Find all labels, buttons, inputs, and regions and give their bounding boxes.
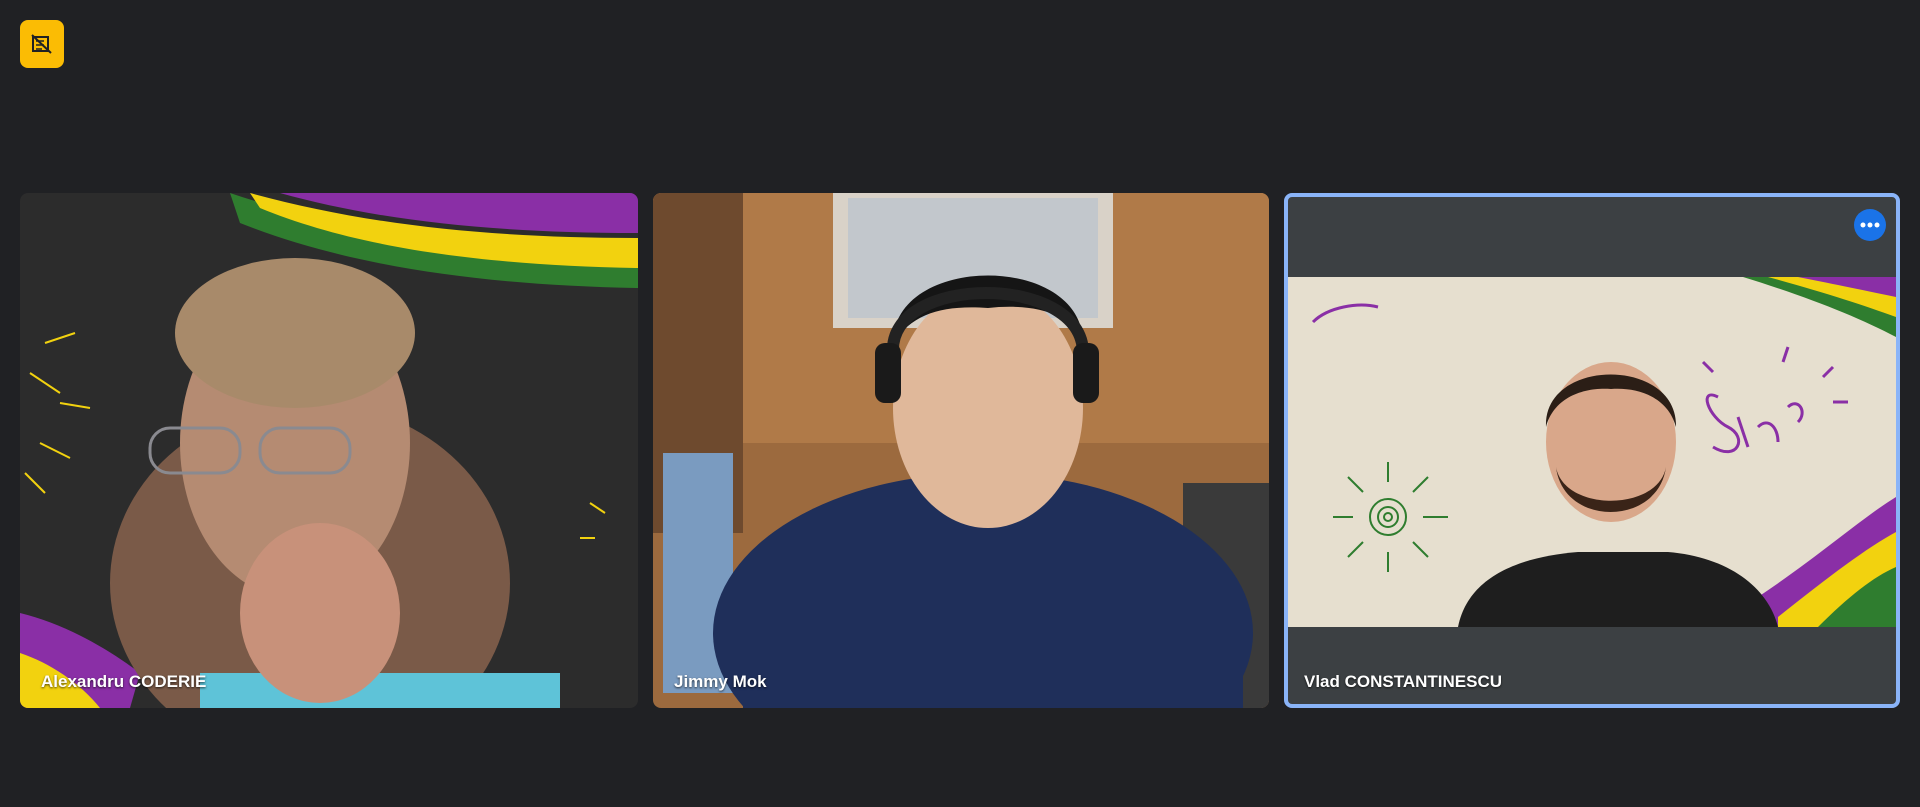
more-options-button[interactable] (1854, 209, 1886, 241)
participant-name: Jimmy Mok (674, 672, 767, 691)
participant-tile[interactable]: Alexandru CODERIE (20, 193, 638, 708)
participant-video (1288, 277, 1896, 627)
participant-tile[interactable]: Jimmy Mok (653, 193, 1269, 708)
participant-video (20, 193, 638, 708)
meeting-stage: Alexandru CODERIE Jimmy Mok Vlad CONSTAN… (0, 0, 1920, 807)
more-horizontal-icon (1860, 222, 1880, 228)
camera-off-indicator[interactable] (20, 20, 64, 68)
participant-tile-active-speaker[interactable]: Vlad CONSTANTINESCU (1284, 193, 1900, 708)
participant-name: Alexandru CODERIE (41, 672, 207, 691)
participant-name: Vlad CONSTANTINESCU (1304, 672, 1503, 691)
participant-grid: Alexandru CODERIE Jimmy Mok Vlad CONSTAN… (20, 193, 1900, 708)
camera-off-icon (31, 34, 52, 54)
participant-video (653, 193, 1269, 708)
